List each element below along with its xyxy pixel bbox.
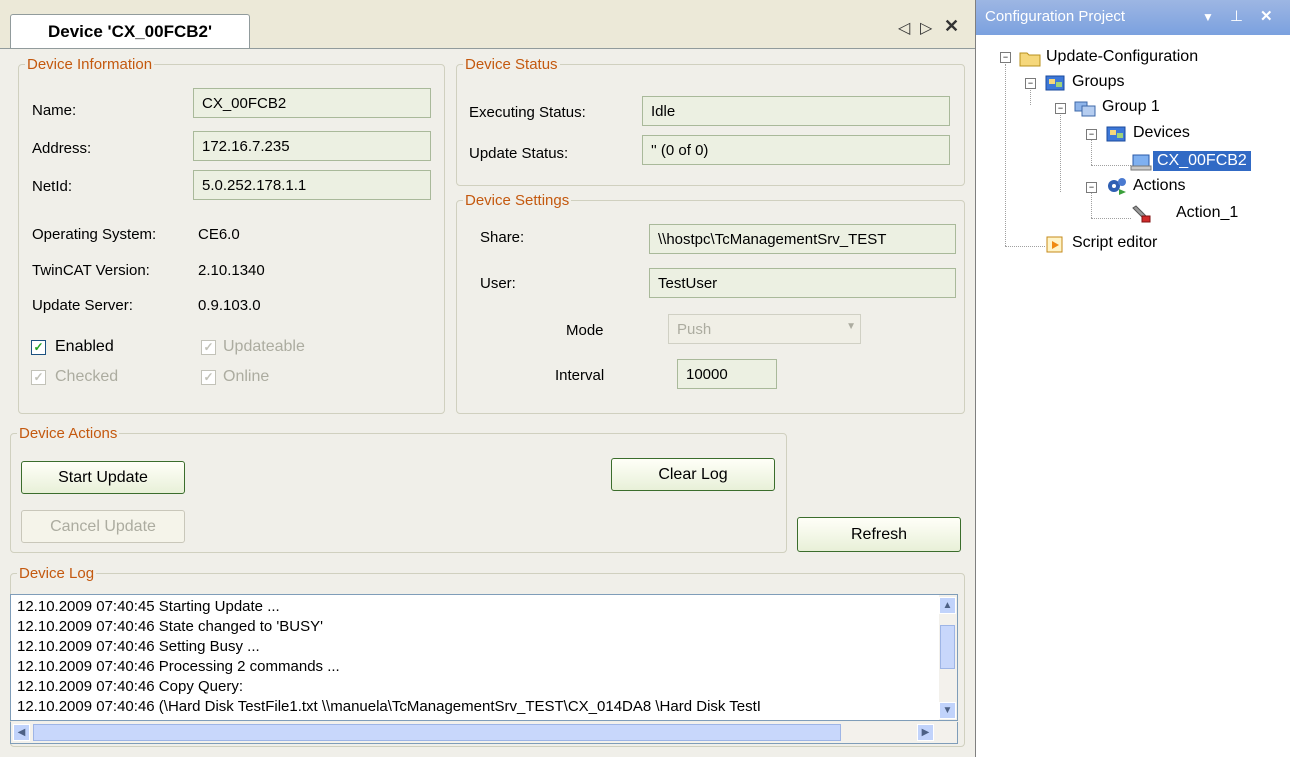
panel-pin-icon[interactable]: ⊥ [1230, 0, 1243, 34]
mode-label: Mode [566, 322, 604, 339]
log-vertical-thumb[interactable] [940, 625, 955, 669]
device-status-legend: Device Status [465, 56, 558, 73]
log-horizontal-scrollbar[interactable]: ◀ ▶ [10, 722, 958, 744]
mode-select: Push ▼ [668, 314, 861, 344]
mode-select-value: Push [677, 321, 712, 338]
clear-log-button[interactable]: Clear Log [611, 458, 775, 491]
computer-icon [1130, 154, 1152, 171]
wrench-icon [1132, 205, 1151, 223]
checked-checkbox: ✓ [31, 370, 46, 385]
group-icon [1074, 101, 1096, 117]
collapse-icon[interactable]: − [1055, 103, 1066, 114]
twincat-value: 2.10.1340 [198, 262, 265, 279]
panel-dropdown-icon[interactable]: ▼ [1202, 0, 1214, 34]
tab-scroll-right-icon[interactable]: ▷ [920, 18, 932, 38]
groups-icon [1045, 75, 1065, 91]
tree-item-update-configuration[interactable]: Update-Configuration [1046, 48, 1198, 66]
name-field[interactable]: CX_00FCB2 [193, 88, 431, 118]
twincat-label: TwinCAT Version: [32, 262, 150, 279]
update-status-label: Update Status: [469, 145, 569, 162]
os-label: Operating System: [32, 226, 157, 243]
log-line: 12.10.2009 07:40:46 State changed to 'BU… [17, 618, 323, 635]
executing-status-field[interactable]: Idle [642, 96, 950, 126]
online-checkbox: ✓ [201, 370, 216, 385]
interval-field[interactable]: 10000 [677, 359, 777, 389]
tree-item-cx-00fcb2[interactable]: CX_00FCB2 [1153, 151, 1251, 171]
user-label: User: [480, 275, 516, 292]
tab-scroll-left-icon[interactable]: ◁ [898, 18, 910, 38]
panel-close-icon[interactable]: ✕ [1260, 0, 1273, 34]
tree-item-groups[interactable]: Groups [1072, 73, 1124, 91]
enabled-checkbox[interactable]: ✓ [31, 340, 46, 355]
address-label: Address: [32, 140, 92, 157]
share-field[interactable]: \\hostpc\TcManagementSrv_TEST [649, 224, 956, 254]
chevron-down-icon: ▼ [846, 321, 856, 332]
devices-icon [1106, 126, 1126, 142]
tree-item-devices[interactable]: Devices [1133, 124, 1190, 142]
tab-strip: Device 'CX_00FCB2' ◁ ▷ ✕ [0, 0, 975, 49]
device-log-legend: Device Log [19, 565, 95, 582]
tree-item-action-1[interactable]: Action_1 [1176, 204, 1238, 222]
address-field[interactable]: 172.16.7.235 [193, 131, 431, 161]
update-server-label: Update Server: [32, 297, 133, 314]
cancel-update-button: Cancel Update [21, 510, 185, 543]
log-line: 12.10.2009 07:40:46 (\Hard Disk TestFile… [17, 698, 761, 715]
update-status-field[interactable]: '' (0 of 0) [642, 135, 950, 165]
log-line: 12.10.2009 07:40:46 Setting Busy ... [17, 638, 260, 655]
updateable-label: Updateable [223, 338, 305, 355]
log-line: 12.10.2009 07:40:46 Copy Query: [17, 678, 243, 695]
name-label: Name: [32, 102, 77, 119]
collapse-icon[interactable]: − [1086, 182, 1097, 193]
updateable-checkbox: ✓ [201, 340, 216, 355]
panel-title: Configuration Project [985, 8, 1126, 25]
online-label: Online [223, 368, 270, 385]
netid-label: NetId: [32, 178, 73, 195]
log-line: 12.10.2009 07:40:45 Starting Update ... [17, 598, 280, 615]
script-editor-icon [1046, 236, 1063, 253]
device-information-legend: Device Information [27, 56, 153, 73]
configuration-project-panel: Configuration Project ▼ ⊥ ✕ − Update-Con… [975, 0, 1290, 757]
log-vertical-scrollbar[interactable]: ▲ ▼ [939, 595, 957, 720]
user-field[interactable]: TestUser [649, 268, 956, 298]
refresh-button[interactable]: Refresh [797, 517, 961, 552]
tree-item-group-1[interactable]: Group 1 [1102, 98, 1160, 116]
executing-status-label: Executing Status: [469, 104, 586, 121]
tab-device[interactable]: Device 'CX_00FCB2' [10, 14, 250, 48]
tree-item-script-editor[interactable]: Script editor [1072, 234, 1157, 252]
scroll-left-icon[interactable]: ◀ [13, 724, 30, 741]
log-horizontal-thumb[interactable] [33, 724, 841, 741]
enabled-label: Enabled [55, 338, 114, 355]
update-server-value: 0.9.103.0 [198, 297, 261, 314]
collapse-icon[interactable]: − [1000, 52, 1011, 63]
device-actions-legend: Device Actions [19, 425, 118, 442]
tab-close-icon[interactable]: ✕ [944, 16, 959, 37]
tree-item-actions[interactable]: Actions [1133, 177, 1185, 195]
os-value: CE6.0 [198, 226, 240, 243]
scroll-down-icon[interactable]: ▼ [939, 702, 956, 719]
scroll-up-icon[interactable]: ▲ [939, 597, 956, 614]
scroll-right-icon[interactable]: ▶ [917, 724, 934, 741]
interval-label: Interval [555, 367, 605, 384]
device-settings-legend: Device Settings [465, 192, 570, 209]
start-update-button[interactable]: Start Update [21, 461, 185, 494]
collapse-icon[interactable]: − [1025, 78, 1036, 89]
collapse-icon[interactable]: − [1086, 129, 1097, 140]
device-log-textarea[interactable]: 12.10.2009 07:40:45 Starting Update ... … [10, 594, 958, 721]
actions-gear-icon [1108, 178, 1126, 195]
log-line: 12.10.2009 07:40:46 Processing 2 command… [17, 658, 340, 675]
share-label: Share: [480, 229, 525, 246]
netid-field[interactable]: 5.0.252.178.1.1 [193, 170, 431, 200]
checked-label: Checked [55, 368, 119, 385]
folder-icon [1019, 52, 1041, 67]
